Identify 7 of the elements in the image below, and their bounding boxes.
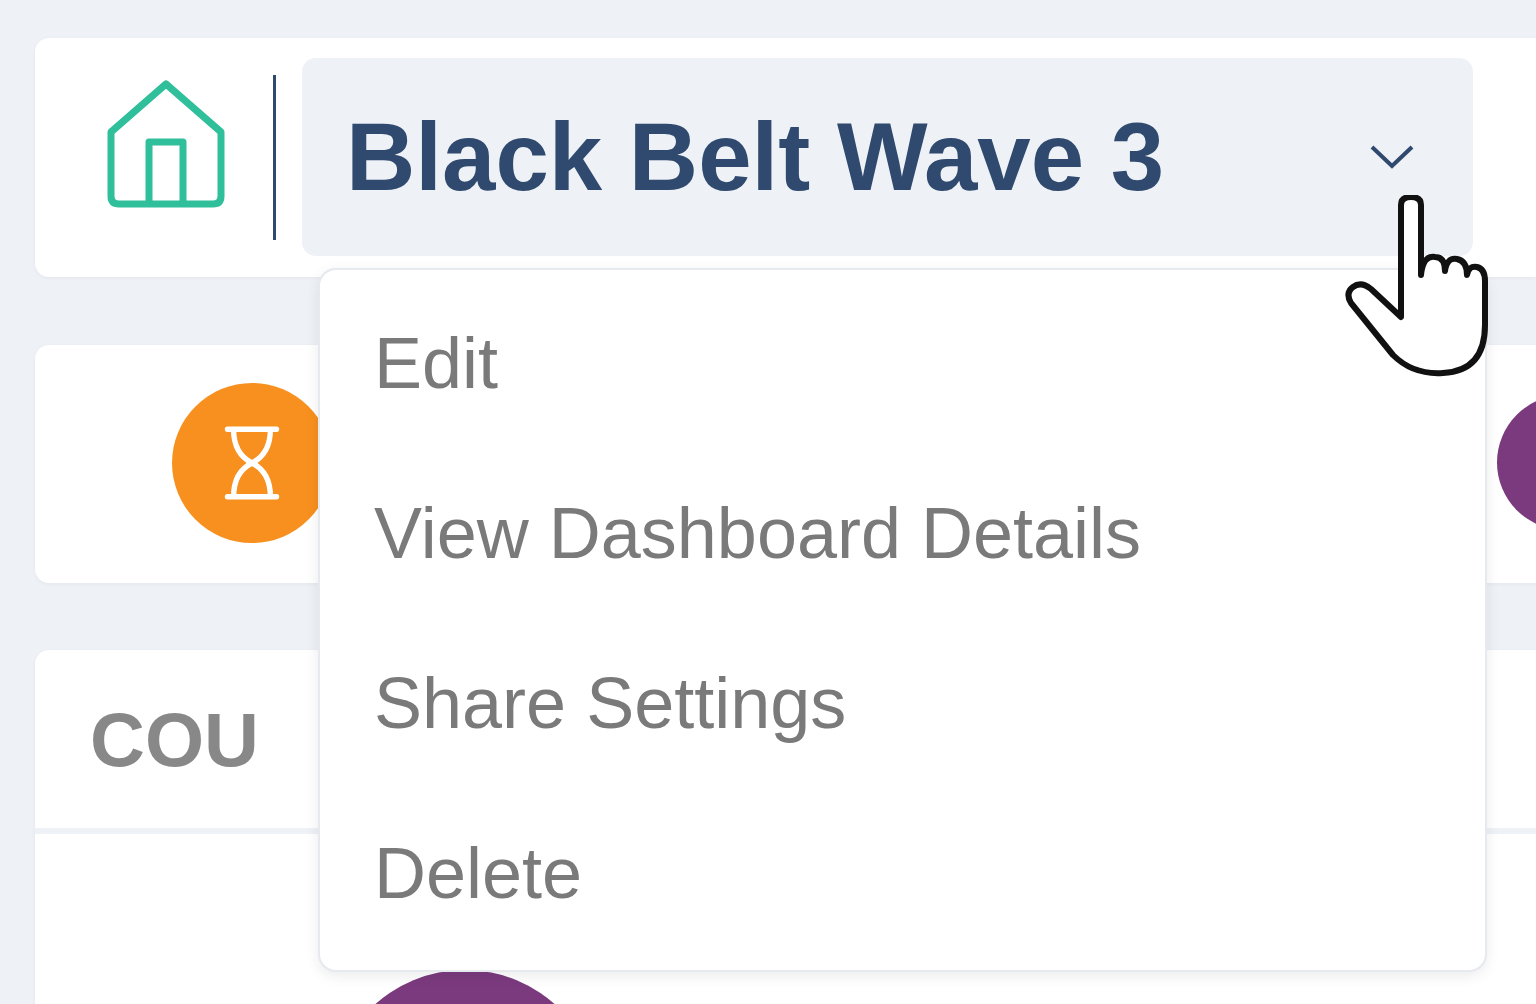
menu-item[interactable]: Delete: [320, 788, 1485, 958]
card-heading: COU: [90, 695, 259, 783]
chevron-down-icon: [1369, 144, 1415, 170]
menu-item[interactable]: Share Settings: [320, 618, 1485, 788]
menu-item[interactable]: View Dashboard Details: [320, 448, 1485, 618]
home-icon[interactable]: [107, 80, 225, 208]
dashboard-title-dropdown[interactable]: Black Belt Wave 3: [302, 58, 1473, 256]
